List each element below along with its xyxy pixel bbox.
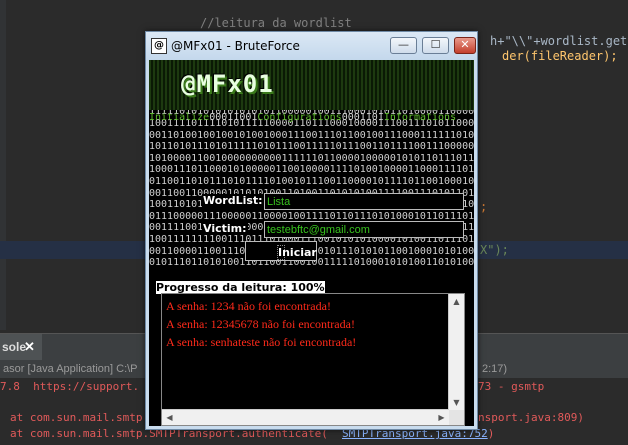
window-title: @MFx01 - BruteForce (171, 39, 300, 53)
scroll-right-icon[interactable]: ▶ (434, 410, 449, 425)
wordlist-input[interactable] (264, 193, 464, 210)
bruteforce-window: @ @MFx01 - BruteForce — ☐ ✕ 001100011111… (145, 31, 478, 430)
console-path-text: asor [Java Application] C:\P (3, 363, 138, 375)
scroll-up-icon[interactable]: ▲ (449, 294, 464, 309)
console-line: 7.8 https://support. (0, 380, 140, 393)
editor-gutter (0, 0, 6, 330)
nav-row: Initialize00011001Configurations0001101I… (149, 112, 457, 123)
window-titlebar[interactable]: @ @MFx01 - BruteForce — ☐ ✕ (146, 32, 477, 60)
victim-input[interactable] (264, 221, 464, 238)
binary-strip (149, 293, 161, 426)
vertical-scrollbar[interactable]: ▲ ▼ (448, 294, 464, 410)
code-line-right-3: ; (480, 200, 488, 214)
start-button-label: Iniciar (277, 245, 317, 260)
nav-initialize[interactable]: Initialize (149, 112, 209, 123)
output-panel[interactable]: A senha: 1234 não foi encontrada! A senh… (161, 293, 465, 426)
scrollbar-corner (449, 410, 464, 425)
start-button[interactable]: Iniciar (245, 241, 317, 261)
output-line: A senha: 12345678 não foi encontrada! (166, 317, 355, 331)
wordlist-label: WordList: (202, 194, 264, 207)
console-tab-label: sole (2, 340, 27, 354)
close-button[interactable]: ✕ (454, 37, 476, 54)
horizontal-scrollbar[interactable]: ◀ ▶ (162, 409, 449, 425)
logo-banner: @MFx01 (149, 60, 474, 110)
code-line-right-1: h+"\\"+wordlist.get (490, 34, 628, 48)
code-line-right-4: X"); (480, 243, 509, 257)
minimize-button[interactable]: — (390, 37, 417, 54)
victim-label: Victim: (202, 222, 248, 235)
scroll-down-icon[interactable]: ▼ (449, 395, 464, 410)
output-line: A senha: senhateste não foi encontrada! (166, 335, 357, 349)
output-line: A senha: 1234 não foi encontrada! (166, 299, 331, 313)
scroll-left-icon[interactable]: ◀ (162, 410, 177, 425)
window-content: 0011000111110011110001011101111011100001… (149, 60, 474, 426)
console-line-right: nsport.java:809) (478, 411, 584, 424)
console-line: at com.sun.mail.smtp. (10, 411, 150, 424)
nav-configurations[interactable]: Configurations (257, 112, 341, 123)
code-comment: //leitura da wordlist (200, 16, 352, 30)
code-line-right-2: der(fileReader); (502, 49, 618, 63)
console-tab[interactable]: sole ✕ (0, 334, 42, 360)
console-line-right: 73 - gsmtp (478, 380, 545, 393)
nav-informations[interactable]: Informations (384, 112, 456, 123)
logo-text: @MFx01 (181, 70, 274, 98)
close-icon[interactable]: ✕ (24, 334, 35, 360)
app-icon: @ (151, 38, 167, 54)
console-path-tail: 2:17) (482, 363, 508, 375)
output-text: A senha: 1234 não foi encontrada! A senh… (166, 297, 356, 351)
maximize-button[interactable]: ☐ (422, 37, 449, 54)
